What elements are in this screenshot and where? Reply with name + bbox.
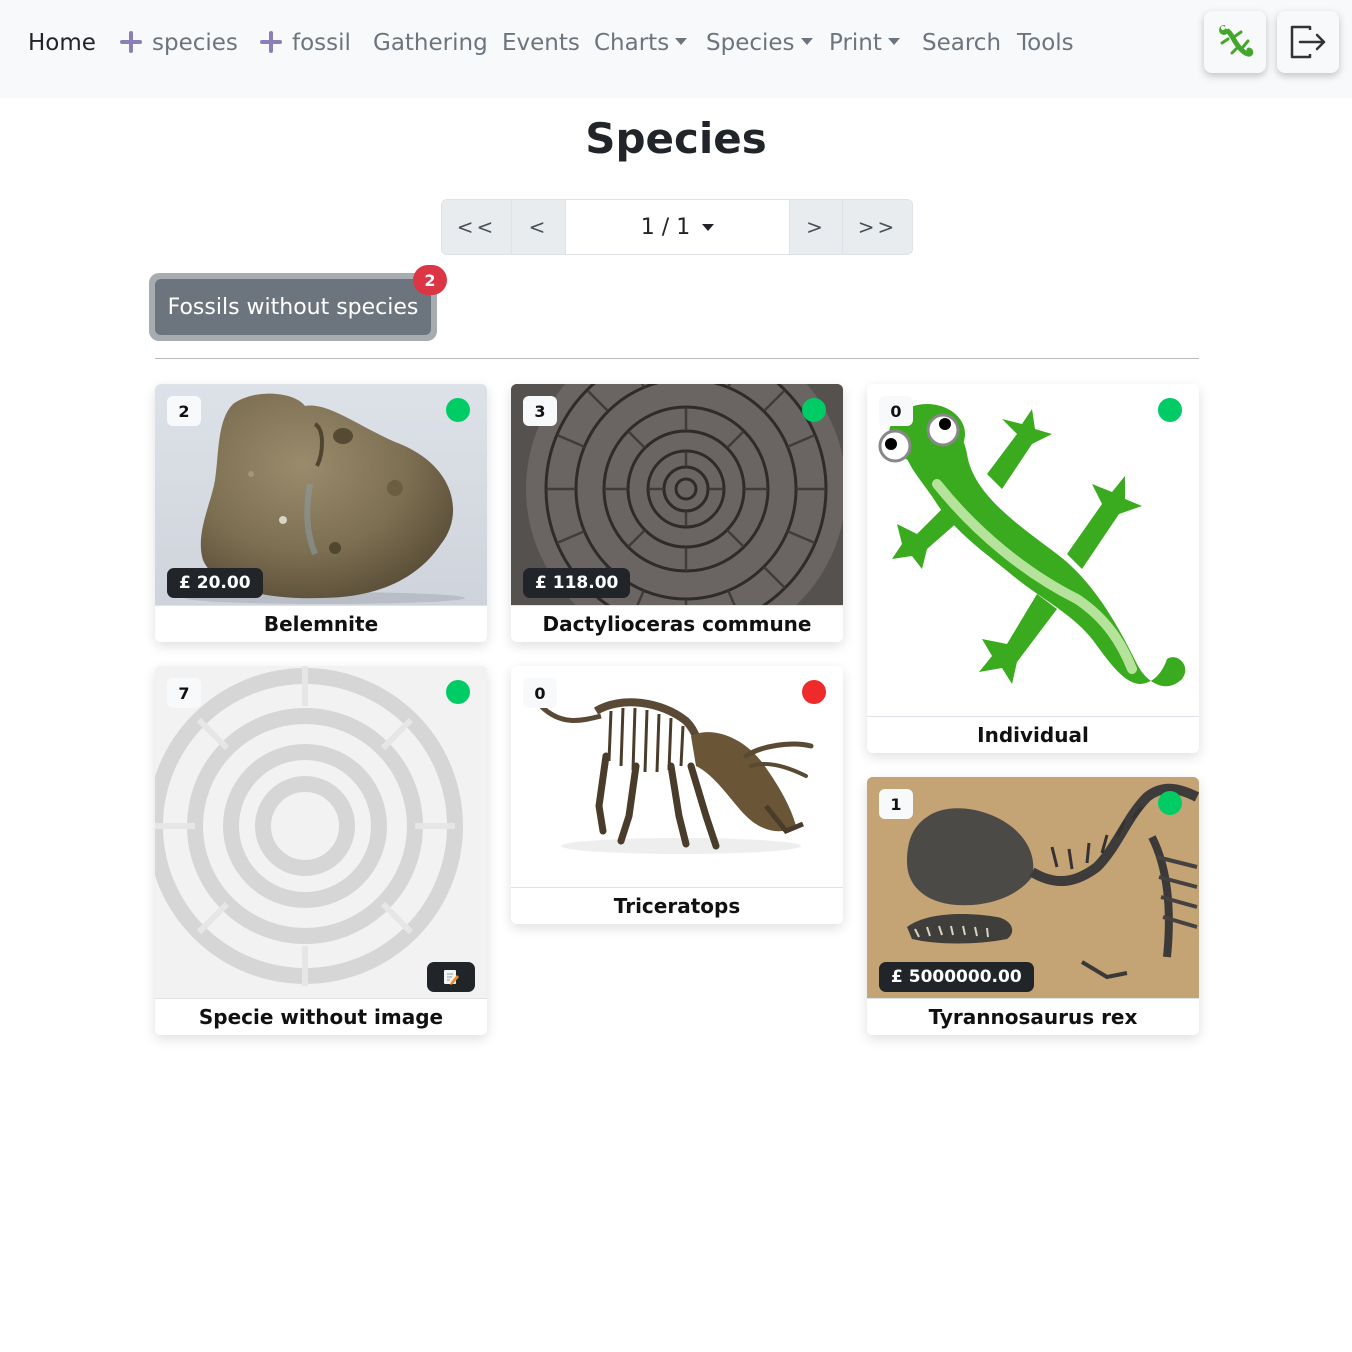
nav-add-fossil-label: fossil [292,30,351,56]
page-select[interactable]: 1 / 1 [566,200,790,254]
status-dot [802,398,826,422]
species-card-specie-without-image[interactable]: 7 Specie without image [155,666,487,1035]
status-dot [446,680,470,704]
edit-note-icon [444,970,459,985]
status-dot [1158,398,1182,422]
species-card-dactylioceras-commune[interactable]: 3 £ 118.00 Dactylioceras commune [511,384,843,642]
nav-print-dropdown[interactable]: Print [829,27,900,59]
fossils-without-species-count-badge: 2 [413,265,447,295]
price-badge: £ 20.00 [167,568,263,598]
prev-page-button[interactable]: < [512,200,566,254]
fossil-count-badge: 0 [879,396,913,426]
status-dot [802,680,826,704]
nav-print-label: Print [829,30,882,56]
caret-down-icon [800,38,813,45]
status-dot [1158,791,1182,815]
species-name: Belemnite [155,605,487,642]
fossils-without-species-button[interactable]: Fossils without species [155,279,431,335]
plus-icon [120,31,142,53]
page-select-value: 1 / 1 [640,214,691,240]
species-name: Triceratops [511,887,843,924]
species-card-tyrannosaurus-rex[interactable]: 1 £ 5000000.00 Tyrannosaurus rex [867,777,1199,1035]
page-title: Species [585,114,767,163]
species-image [155,666,487,998]
plus-icon [260,31,282,53]
nav-search-link[interactable]: Search [922,27,1001,59]
species-name: Dactylioceras commune [511,605,843,642]
species-name: Specie without image [155,998,487,1035]
next-page-button[interactable]: > [790,200,843,254]
status-dot [446,398,470,422]
fossil-count-badge: 1 [879,789,913,819]
species-name: Individual [867,716,1199,753]
price-badge: £ 118.00 [523,568,631,598]
species-image [511,666,843,887]
lizard-icon [1219,25,1254,57]
lizard-button[interactable] [1204,11,1266,73]
nav-add-species-label: species [152,30,238,56]
species-card-belemnite[interactable]: 2 £ 20.00 Belemnite [155,384,487,642]
fossil-count-badge: 7 [167,678,201,708]
species-card-triceratops[interactable]: 0 Triceratops [511,666,843,924]
fossil-count-badge: 0 [523,678,557,708]
species-card-individual[interactable]: 0 Individual [867,384,1199,753]
logout-button[interactable] [1277,11,1339,73]
last-page-button[interactable]: >> [843,200,912,254]
logout-icon [1290,25,1326,59]
nav-charts-label: Charts [594,30,670,56]
lizard-emoji-image [878,404,1186,687]
fossil-count-badge: 3 [523,396,557,426]
pagination: << < 1 / 1 > >> [441,199,913,255]
caret-down-icon [702,223,715,231]
triceratops-skeleton-image [539,698,814,854]
nav-events-link[interactable]: Events [502,27,580,59]
nav-add-species-link[interactable]: species [120,27,238,59]
nav-home-link[interactable]: Home [28,27,96,59]
caret-down-icon [675,38,688,45]
nav-charts-dropdown[interactable]: Charts [594,27,688,59]
first-page-button[interactable]: << [442,200,512,254]
divider [155,358,1199,359]
nav-gathering-link[interactable]: Gathering [373,27,488,59]
navbar: Home species fossil Gathering Events Cha… [0,0,1352,98]
nav-tools-link[interactable]: Tools [1017,27,1074,59]
nav-species-label: Species [706,30,795,56]
fossil-count-badge: 2 [167,396,201,426]
nav-species-dropdown[interactable]: Species [706,27,813,59]
species-image [867,384,1199,716]
fossils-without-species-focus-ring: Fossils without species [149,273,437,341]
edit-button[interactable] [427,962,475,992]
species-name: Tyrannosaurus rex [867,998,1199,1035]
placeholder-ammonite-image [155,666,487,998]
price-badge: £ 5000000.00 [879,962,1034,992]
caret-down-icon [887,38,900,45]
nav-add-fossil-link[interactable]: fossil [260,27,351,59]
